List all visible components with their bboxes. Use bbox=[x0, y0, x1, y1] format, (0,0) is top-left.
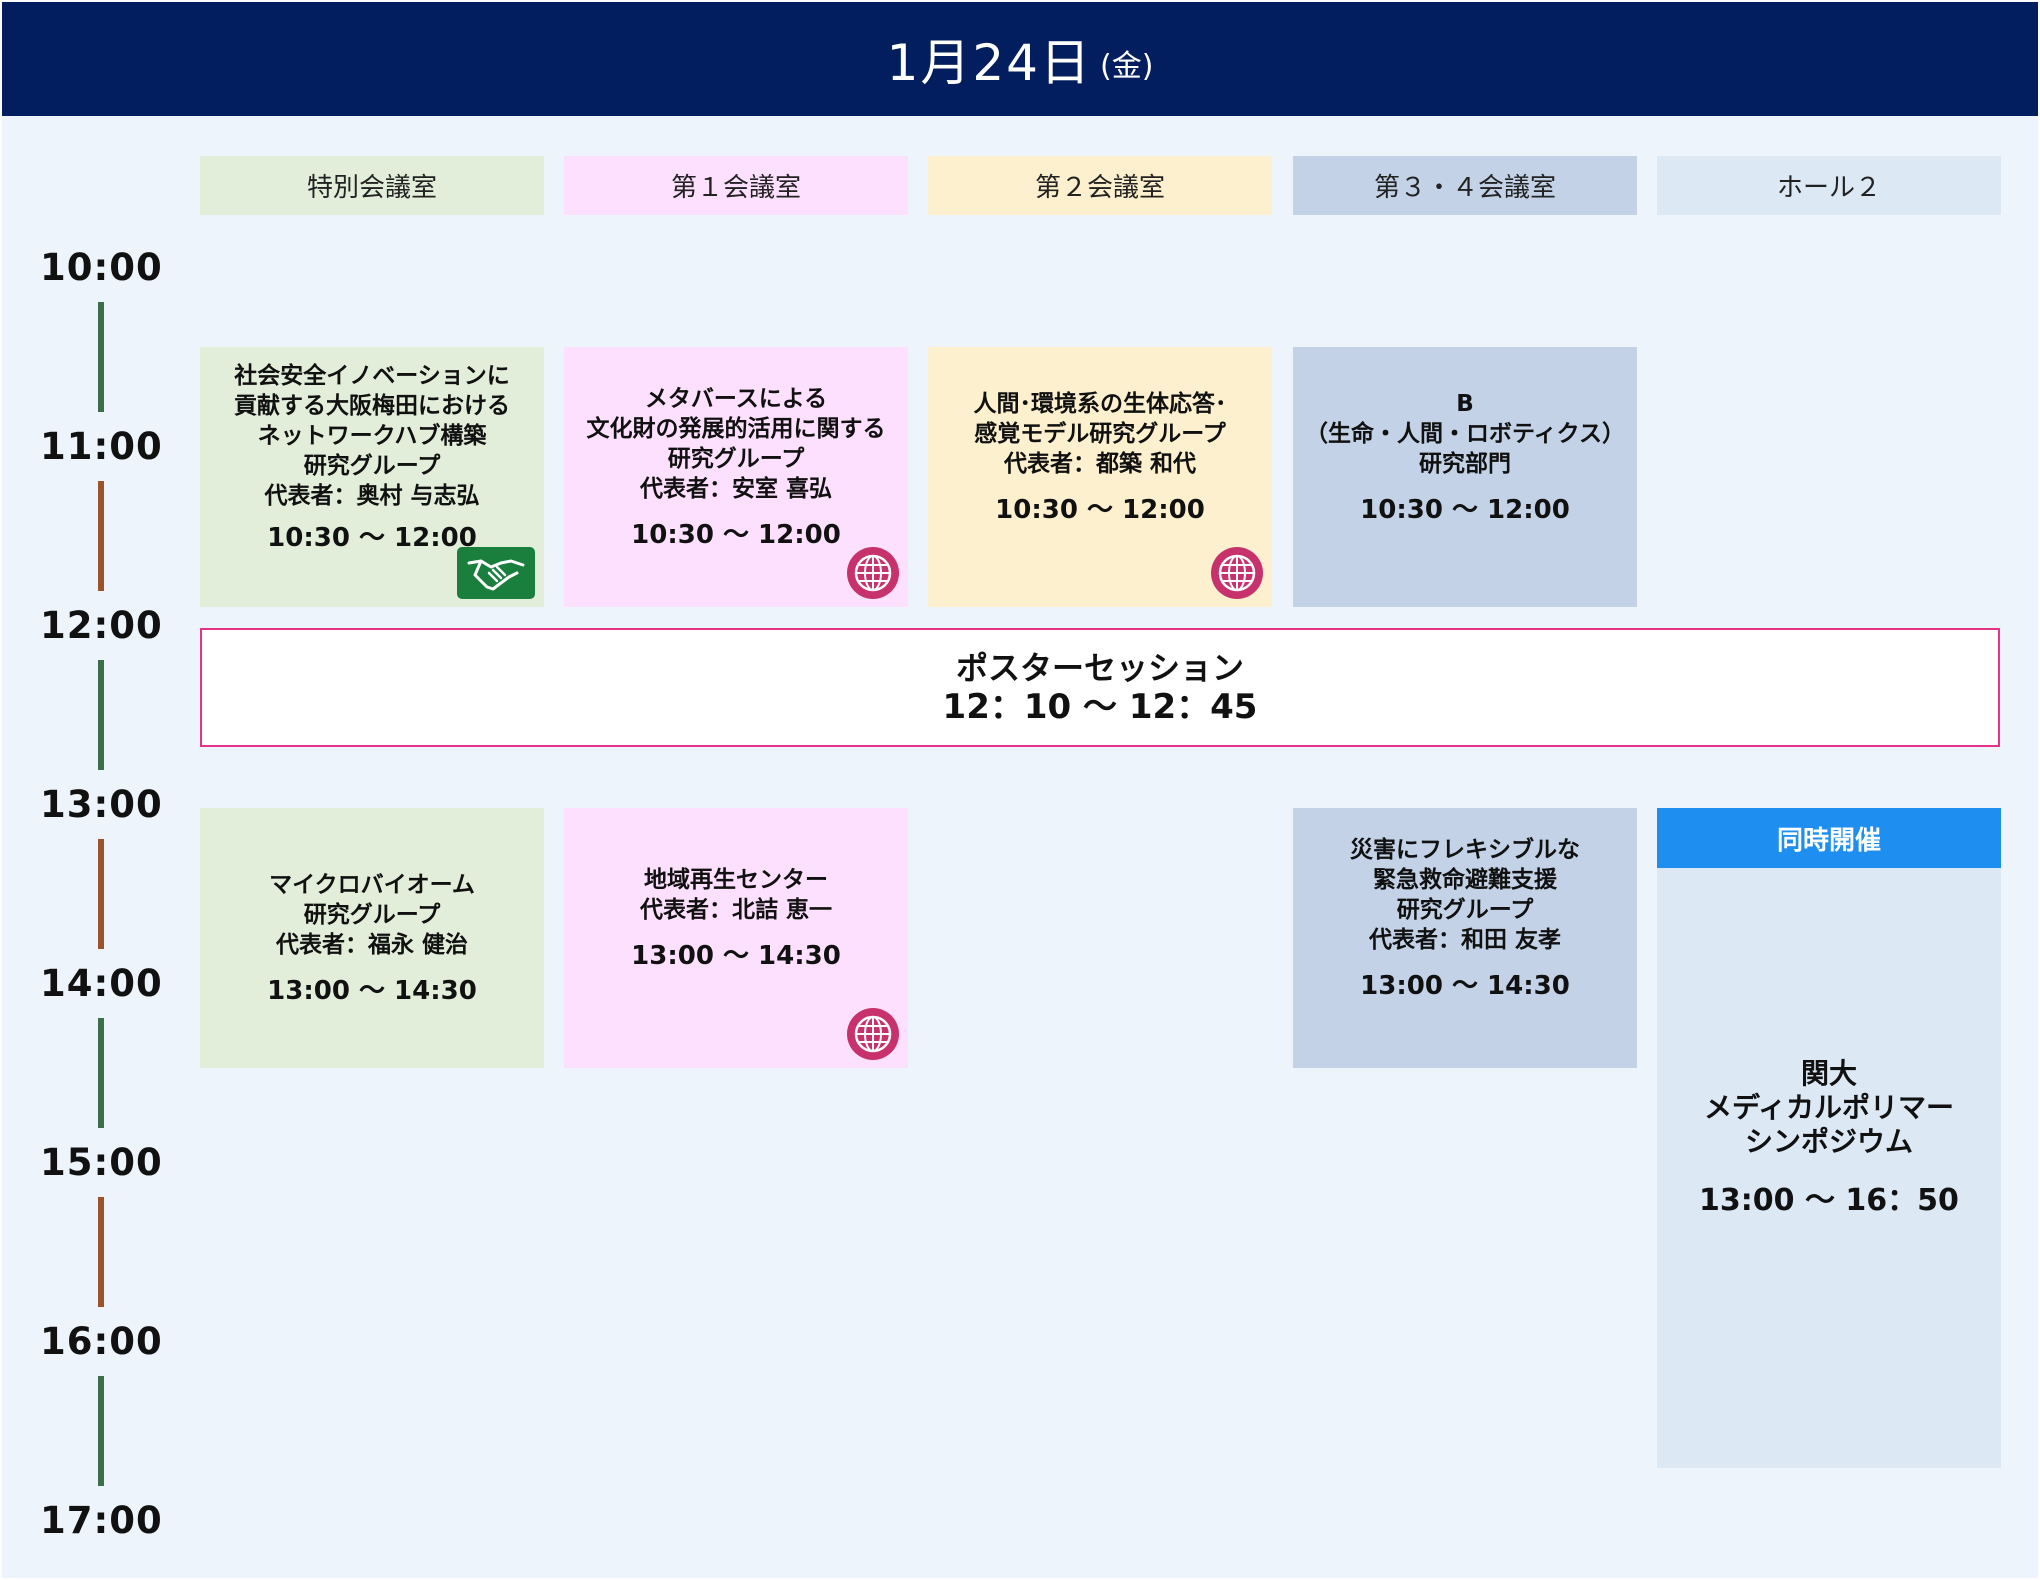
poster-session-time: 12：10 ～ 12：45 bbox=[942, 686, 1258, 727]
event-title-line: 研究グループ bbox=[667, 445, 805, 472]
event-title-line: B bbox=[1456, 390, 1474, 417]
event-title-line: ネットワークハブ構築 bbox=[257, 422, 487, 449]
schedule-page: 1月24日 (金) 特別会議室 第１会議室 第２会議室 第３・４会議室 ホール２… bbox=[0, 0, 2040, 1580]
event-representative: 代表者：安室 喜弘 bbox=[639, 475, 832, 502]
event-title-line: 人間･環境系の生体応答･ bbox=[973, 390, 1227, 417]
event-title-line: 関大 bbox=[1800, 1057, 1857, 1090]
event-time: 13:00 ～ 14:30 bbox=[1360, 970, 1570, 1001]
room-header-room1: 第１会議室 bbox=[564, 156, 908, 215]
timeline-segment bbox=[98, 302, 104, 412]
event-title-line: 緊急救命避難支援 bbox=[1373, 866, 1557, 893]
event-representative: 代表者：福永 健治 bbox=[275, 931, 468, 958]
event-title-line: 文化財の発展的活用に関する bbox=[586, 415, 886, 442]
event-title-line: メタバースによる bbox=[644, 385, 828, 412]
timeline-segment bbox=[98, 481, 104, 591]
room-header-special: 特別会議室 bbox=[200, 156, 544, 215]
time-label-1500: 15:00 bbox=[40, 1141, 163, 1184]
day-of-week-label: (金) bbox=[1100, 49, 1154, 84]
timeline-segment bbox=[98, 1197, 104, 1307]
timeline-segment bbox=[98, 1376, 104, 1486]
room-header-hall2: ホール２ bbox=[1657, 156, 2001, 215]
poster-session-card[interactable]: ポスターセッション 12：10 ～ 12：45 bbox=[200, 628, 2000, 747]
event-title-line: 災害にフレキシブルな bbox=[1350, 836, 1580, 863]
date-label: 1月24日 bbox=[886, 34, 1092, 92]
event-card-division-b[interactable]: B （生命・人間・ロボティクス） 研究部門 10:30 ～ 12:00 bbox=[1293, 347, 1637, 607]
event-title-line: 地域再生センター bbox=[644, 866, 828, 893]
event-time: 13:00 ～ 16：50 bbox=[1699, 1183, 1959, 1218]
time-label-1200: 12:00 bbox=[40, 604, 163, 647]
event-card-microbiome[interactable]: マイクロバイオーム 研究グループ 代表者：福永 健治 13:00 ～ 14:30 bbox=[200, 808, 544, 1068]
event-card-medical-polymer-symposium[interactable]: 関大 メディカルポリマー シンポジウム 13:00 ～ 16：50 bbox=[1657, 808, 2001, 1468]
time-label-1100: 11:00 bbox=[40, 425, 163, 468]
globe-icon bbox=[1211, 547, 1263, 599]
timeline-segment bbox=[98, 1018, 104, 1128]
time-label-1000: 10:00 bbox=[40, 246, 163, 289]
event-time: 13:00 ～ 14:30 bbox=[631, 940, 841, 971]
event-representative: 代表者：奥村 与志弘 bbox=[264, 482, 480, 509]
event-title-line: 研究部門 bbox=[1419, 450, 1511, 477]
time-label-1600: 16:00 bbox=[40, 1320, 163, 1363]
globe-icon bbox=[847, 547, 899, 599]
event-time: 10:30 ～ 12:00 bbox=[267, 522, 477, 553]
timeline-segment bbox=[98, 839, 104, 949]
event-title-line: 貢献する大阪梅田における bbox=[234, 392, 510, 419]
event-time: 13:00 ～ 14:30 bbox=[267, 975, 477, 1006]
event-representative: 代表者：都築 和代 bbox=[1003, 450, 1196, 477]
event-title-line: 研究グループ bbox=[303, 901, 441, 928]
room-header-room34: 第３・４会議室 bbox=[1293, 156, 1637, 215]
event-time: 10:30 ～ 12:00 bbox=[995, 494, 1205, 525]
event-representative: 代表者：北詰 恵一 bbox=[639, 896, 832, 923]
timeline-segment bbox=[98, 660, 104, 770]
event-title-line: マイクロバイオーム bbox=[269, 871, 475, 898]
event-time: 10:30 ～ 12:00 bbox=[631, 519, 841, 550]
event-title-line: 感覚モデル研究グループ bbox=[974, 420, 1226, 447]
event-title-line: 研究グループ bbox=[303, 452, 441, 479]
globe-icon bbox=[847, 1008, 899, 1060]
poster-session-title: ポスターセッション bbox=[955, 648, 1244, 687]
event-title-line: 研究グループ bbox=[1396, 896, 1534, 923]
room-header-room2: 第２会議室 bbox=[928, 156, 1272, 215]
handshake-icon bbox=[457, 547, 535, 599]
event-title-line: メディカルポリマー bbox=[1703, 1091, 1955, 1124]
event-title-line: シンポジウム bbox=[1744, 1125, 1913, 1158]
event-title-line: （生命・人間・ロボティクス） bbox=[1305, 420, 1625, 447]
event-title-line: 社会安全イノベーションに bbox=[234, 362, 510, 389]
date-header: 1月24日 (金) bbox=[2, 2, 2038, 116]
time-label-1300: 13:00 bbox=[40, 783, 163, 826]
event-time: 10:30 ～ 12:00 bbox=[1360, 494, 1570, 525]
time-label-1700: 17:00 bbox=[40, 1499, 163, 1542]
time-label-1400: 14:00 bbox=[40, 962, 163, 1005]
concurrent-event-badge: 同時開催 bbox=[1657, 808, 2001, 868]
event-card-disaster-evacuation[interactable]: 災害にフレキシブルな 緊急救命避難支援 研究グループ 代表者：和田 友孝 13:… bbox=[1293, 808, 1637, 1068]
event-representative: 代表者：和田 友孝 bbox=[1368, 926, 1561, 953]
